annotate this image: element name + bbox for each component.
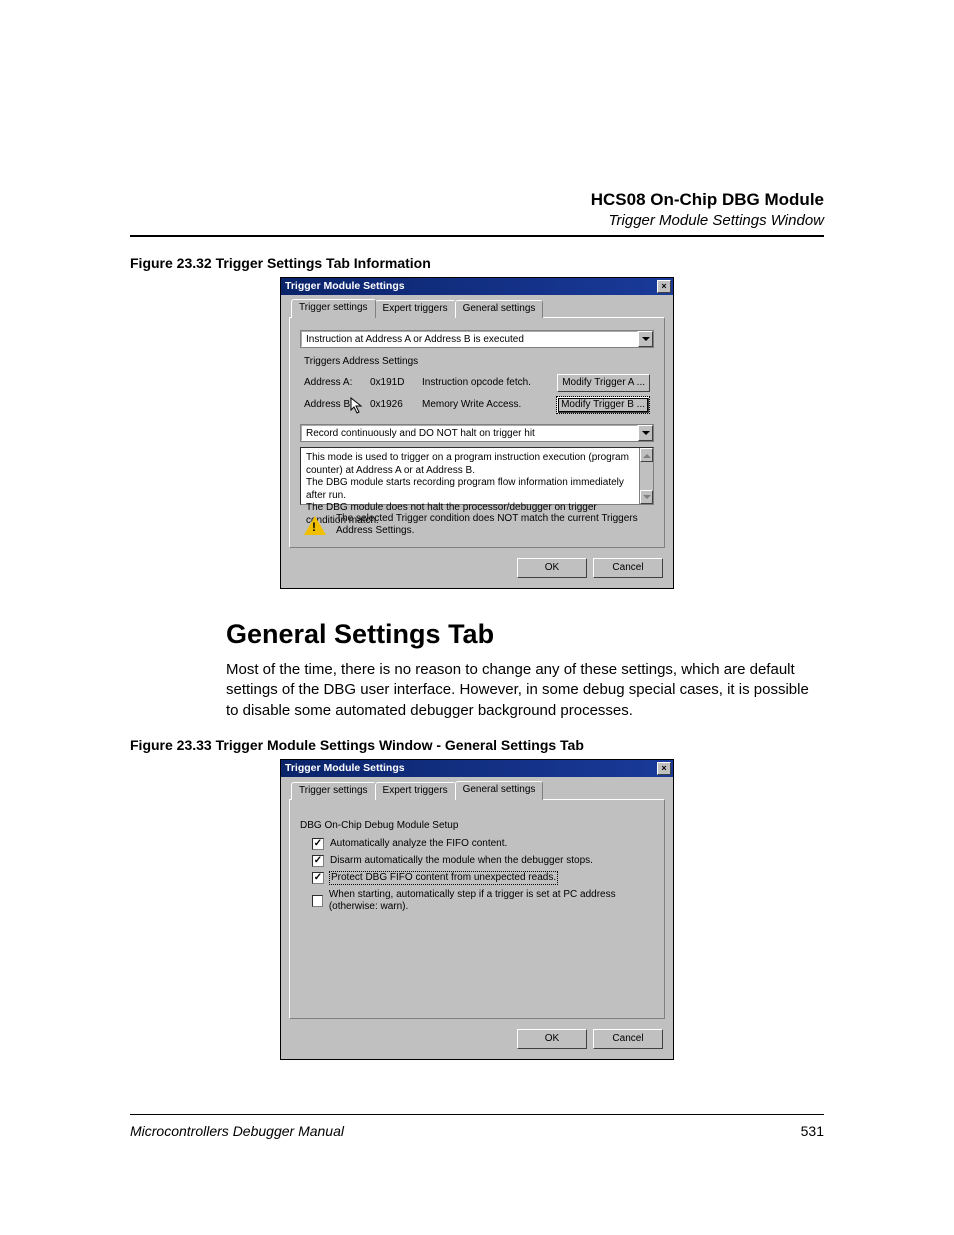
warning-text: The selected Trigger condition does NOT … (336, 513, 650, 537)
tab-trigger-settings[interactable]: Trigger settings (291, 782, 376, 800)
ok-button[interactable]: OK (517, 558, 587, 578)
checkbox-label: Automatically analyze the FIFO content. (330, 838, 507, 850)
group-label: Triggers Address Settings (304, 356, 654, 368)
record-mode-combo[interactable]: Record continuously and DO NOT halt on t… (300, 424, 654, 442)
close-icon[interactable]: × (657, 762, 671, 775)
modify-trigger-b-button[interactable]: Modify Trigger B ... (556, 396, 650, 414)
dialog-general-settings: Trigger Module Settings × Trigger settin… (280, 759, 674, 1060)
modify-trigger-a-button[interactable]: Modify Trigger A ... (557, 374, 650, 392)
checkbox-row[interactable]: Protect DBG FIFO content from unexpected… (312, 872, 654, 884)
checkbox-label: Protect DBG FIFO content from unexpected… (330, 872, 557, 884)
scrollbar[interactable] (639, 448, 653, 504)
scroll-up-icon[interactable] (640, 448, 653, 462)
info-text: This mode is used to trigger on a progra… (306, 452, 629, 526)
checkbox-label: When starting, automatically step if a t… (329, 889, 654, 913)
record-mode-value: Record continuously and DO NOT halt on t… (301, 425, 638, 441)
info-textbox: This mode is used to trigger on a progra… (300, 447, 654, 505)
tab-general-settings[interactable]: General settings (455, 781, 544, 800)
trigger-mode-combo[interactable]: Instruction at Address A or Address B is… (300, 330, 654, 348)
warning-icon (304, 516, 326, 535)
scroll-down-icon[interactable] (640, 490, 653, 504)
tab-expert-triggers[interactable]: Expert triggers (375, 300, 456, 318)
dropdown-icon[interactable] (638, 425, 653, 441)
address-a-value: 0x191D (370, 377, 412, 389)
address-b-value: 0x1926 (370, 399, 412, 411)
close-icon[interactable]: × (657, 280, 671, 293)
checkbox-protect-fifo[interactable] (312, 872, 324, 884)
cancel-button[interactable]: Cancel (593, 558, 663, 578)
section-heading: General Settings Tab (226, 619, 824, 650)
tab-general-settings[interactable]: General settings (455, 300, 544, 318)
checkbox-auto-step[interactable] (312, 895, 323, 907)
figure-caption-1: Figure 23.32 Trigger Settings Tab Inform… (130, 255, 824, 271)
page-number: 531 (801, 1123, 824, 1139)
checkbox-row[interactable]: Disarm automatically the module when the… (312, 855, 654, 867)
section-subtitle: Trigger Module Settings Window (130, 212, 824, 229)
cursor-icon (350, 397, 364, 415)
checkbox-disarm-auto[interactable] (312, 855, 324, 867)
chapter-title: HCS08 On-Chip DBG Module (130, 190, 824, 210)
titlebar[interactable]: Trigger Module Settings × (281, 760, 673, 777)
titlebar[interactable]: Trigger Module Settings × (281, 278, 673, 295)
tab-trigger-settings[interactable]: Trigger settings (291, 299, 376, 318)
ok-button[interactable]: OK (517, 1029, 587, 1049)
header-rule (130, 235, 824, 237)
footer-text: Microcontrollers Debugger Manual (130, 1123, 344, 1139)
dialog-title: Trigger Module Settings (285, 762, 405, 775)
checkbox-analyze-fifo[interactable] (312, 838, 324, 850)
cancel-button[interactable]: Cancel (593, 1029, 663, 1049)
dialog-trigger-settings: Trigger Module Settings × Trigger settin… (280, 277, 674, 589)
address-b-desc: Memory Write Access. (422, 399, 546, 411)
dialog-title: Trigger Module Settings (285, 280, 405, 293)
dropdown-icon[interactable] (638, 331, 653, 347)
trigger-mode-value: Instruction at Address A or Address B is… (301, 331, 638, 347)
address-a-desc: Instruction opcode fetch. (422, 377, 547, 389)
checkbox-label: Disarm automatically the module when the… (330, 855, 593, 867)
section-paragraph: Most of the time, there is no reason to … (226, 660, 824, 721)
group-label: DBG On-Chip Debug Module Setup (300, 820, 654, 832)
tab-expert-triggers[interactable]: Expert triggers (375, 782, 456, 800)
checkbox-row[interactable]: When starting, automatically step if a t… (312, 889, 654, 913)
checkbox-row[interactable]: Automatically analyze the FIFO content. (312, 838, 654, 850)
address-a-label: Address A: (304, 377, 360, 389)
figure-caption-2: Figure 23.33 Trigger Module Settings Win… (130, 737, 824, 753)
